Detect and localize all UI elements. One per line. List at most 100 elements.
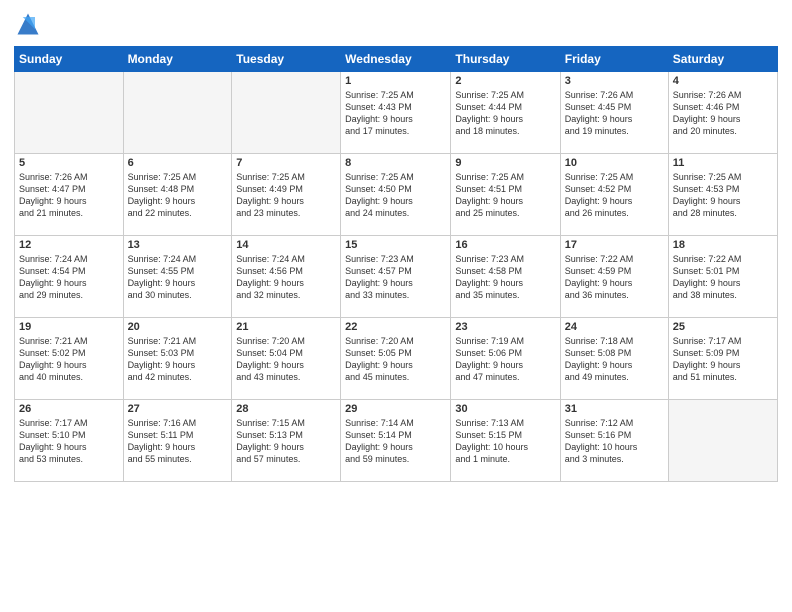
day-number: 24	[565, 321, 664, 333]
day-number: 25	[673, 321, 773, 333]
calendar-cell: 18 Sunrise: 7:22 AM Sunset: 5:01 PM Dayli…	[668, 236, 777, 318]
calendar-week-row: 19 Sunrise: 7:21 AM Sunset: 5:02 PM Dayli…	[15, 318, 778, 400]
calendar-week-row: 1 Sunrise: 7:25 AM Sunset: 4:43 PM Daylig…	[15, 72, 778, 154]
calendar-header-friday: Friday	[560, 47, 668, 72]
calendar-cell: 22 Sunrise: 7:20 AM Sunset: 5:05 PM Dayli…	[341, 318, 451, 400]
calendar-cell: 7 Sunrise: 7:25 AM Sunset: 4:49 PM Daylig…	[232, 154, 341, 236]
day-number: 3	[565, 75, 664, 87]
day-info: Sunrise: 7:25 AM Sunset: 4:43 PM Dayligh…	[345, 89, 446, 138]
day-number: 27	[128, 403, 228, 415]
day-info: Sunrise: 7:24 AM Sunset: 4:55 PM Dayligh…	[128, 253, 228, 302]
calendar-cell: 10 Sunrise: 7:25 AM Sunset: 4:52 PM Dayli…	[560, 154, 668, 236]
day-number: 2	[455, 75, 555, 87]
calendar-cell: 13 Sunrise: 7:24 AM Sunset: 4:55 PM Dayli…	[123, 236, 232, 318]
day-info: Sunrise: 7:14 AM Sunset: 5:14 PM Dayligh…	[345, 417, 446, 466]
day-number: 18	[673, 239, 773, 251]
day-info: Sunrise: 7:20 AM Sunset: 5:05 PM Dayligh…	[345, 335, 446, 384]
calendar-header-row: SundayMondayTuesdayWednesdayThursdayFrid…	[15, 47, 778, 72]
day-info: Sunrise: 7:26 AM Sunset: 4:45 PM Dayligh…	[565, 89, 664, 138]
calendar-cell: 16 Sunrise: 7:23 AM Sunset: 4:58 PM Dayli…	[451, 236, 560, 318]
day-number: 14	[236, 239, 336, 251]
calendar-cell: 31Sunrise: 7:12 AM Sunset: 5:16 PM Dayli…	[560, 400, 668, 482]
day-number: 22	[345, 321, 446, 333]
day-info: Sunrise: 7:22 AM Sunset: 5:01 PM Dayligh…	[673, 253, 773, 302]
calendar-header-tuesday: Tuesday	[232, 47, 341, 72]
day-number: 28	[236, 403, 336, 415]
day-info: Sunrise: 7:23 AM Sunset: 4:57 PM Dayligh…	[345, 253, 446, 302]
day-number: 29	[345, 403, 446, 415]
calendar-cell	[15, 72, 124, 154]
calendar-cell: 21 Sunrise: 7:20 AM Sunset: 5:04 PM Dayli…	[232, 318, 341, 400]
day-info: Sunrise: 7:25 AM Sunset: 4:51 PM Dayligh…	[455, 171, 555, 220]
day-number: 4	[673, 75, 773, 87]
calendar-cell: 19 Sunrise: 7:21 AM Sunset: 5:02 PM Dayli…	[15, 318, 124, 400]
day-info: Sunrise: 7:23 AM Sunset: 4:58 PM Dayligh…	[455, 253, 555, 302]
calendar-cell: 9 Sunrise: 7:25 AM Sunset: 4:51 PM Daylig…	[451, 154, 560, 236]
day-number: 7	[236, 157, 336, 169]
day-number: 19	[19, 321, 119, 333]
calendar-week-row: 26 Sunrise: 7:17 AM Sunset: 5:10 PM Dayli…	[15, 400, 778, 482]
day-number: 8	[345, 157, 446, 169]
calendar-cell: 20Sunrise: 7:21 AM Sunset: 5:03 PM Dayli…	[123, 318, 232, 400]
day-number: 17	[565, 239, 664, 251]
calendar-cell: 23Sunrise: 7:19 AM Sunset: 5:06 PM Dayli…	[451, 318, 560, 400]
day-number: 11	[673, 157, 773, 169]
calendar-cell: 6 Sunrise: 7:25 AM Sunset: 4:48 PM Daylig…	[123, 154, 232, 236]
day-info: Sunrise: 7:21 AM Sunset: 5:02 PM Dayligh…	[19, 335, 119, 384]
calendar-cell: 17 Sunrise: 7:22 AM Sunset: 4:59 PM Dayli…	[560, 236, 668, 318]
calendar-cell	[232, 72, 341, 154]
calendar-cell: 3 Sunrise: 7:26 AM Sunset: 4:45 PM Daylig…	[560, 72, 668, 154]
calendar-cell: 28 Sunrise: 7:15 AM Sunset: 5:13 PM Dayli…	[232, 400, 341, 482]
calendar: SundayMondayTuesdayWednesdayThursdayFrid…	[14, 46, 778, 482]
calendar-cell: 2Sunrise: 7:25 AM Sunset: 4:44 PM Daylig…	[451, 72, 560, 154]
day-number: 15	[345, 239, 446, 251]
day-info: Sunrise: 7:25 AM Sunset: 4:53 PM Dayligh…	[673, 171, 773, 220]
calendar-cell: 24 Sunrise: 7:18 AM Sunset: 5:08 PM Dayli…	[560, 318, 668, 400]
day-number: 16	[455, 239, 555, 251]
day-number: 9	[455, 157, 555, 169]
day-info: Sunrise: 7:12 AM Sunset: 5:16 PM Dayligh…	[565, 417, 664, 466]
day-number: 21	[236, 321, 336, 333]
day-info: Sunrise: 7:17 AM Sunset: 5:10 PM Dayligh…	[19, 417, 119, 466]
day-info: Sunrise: 7:25 AM Sunset: 4:50 PM Dayligh…	[345, 171, 446, 220]
calendar-cell: 29 Sunrise: 7:14 AM Sunset: 5:14 PM Dayli…	[341, 400, 451, 482]
calendar-header-sunday: Sunday	[15, 47, 124, 72]
day-info: Sunrise: 7:18 AM Sunset: 5:08 PM Dayligh…	[565, 335, 664, 384]
page: SundayMondayTuesdayWednesdayThursdayFrid…	[0, 0, 792, 612]
logo-icon	[14, 10, 42, 38]
day-number: 20	[128, 321, 228, 333]
calendar-cell: 25Sunrise: 7:17 AM Sunset: 5:09 PM Dayli…	[668, 318, 777, 400]
calendar-header-monday: Monday	[123, 47, 232, 72]
calendar-cell: 12Sunrise: 7:24 AM Sunset: 4:54 PM Dayli…	[15, 236, 124, 318]
day-info: Sunrise: 7:24 AM Sunset: 4:56 PM Dayligh…	[236, 253, 336, 302]
logo	[14, 10, 46, 38]
calendar-cell	[668, 400, 777, 482]
calendar-header-saturday: Saturday	[668, 47, 777, 72]
day-info: Sunrise: 7:25 AM Sunset: 4:49 PM Dayligh…	[236, 171, 336, 220]
day-number: 30	[455, 403, 555, 415]
calendar-cell: 11 Sunrise: 7:25 AM Sunset: 4:53 PM Dayli…	[668, 154, 777, 236]
day-info: Sunrise: 7:25 AM Sunset: 4:48 PM Dayligh…	[128, 171, 228, 220]
calendar-cell: 14 Sunrise: 7:24 AM Sunset: 4:56 PM Dayli…	[232, 236, 341, 318]
calendar-cell: 5Sunrise: 7:26 AM Sunset: 4:47 PM Daylig…	[15, 154, 124, 236]
day-info: Sunrise: 7:22 AM Sunset: 4:59 PM Dayligh…	[565, 253, 664, 302]
calendar-cell: 26 Sunrise: 7:17 AM Sunset: 5:10 PM Dayli…	[15, 400, 124, 482]
calendar-week-row: 12Sunrise: 7:24 AM Sunset: 4:54 PM Dayli…	[15, 236, 778, 318]
calendar-cell: 27 Sunrise: 7:16 AM Sunset: 5:11 PM Dayli…	[123, 400, 232, 482]
day-number: 13	[128, 239, 228, 251]
day-info: Sunrise: 7:26 AM Sunset: 4:46 PM Dayligh…	[673, 89, 773, 138]
day-info: Sunrise: 7:19 AM Sunset: 5:06 PM Dayligh…	[455, 335, 555, 384]
day-info: Sunrise: 7:16 AM Sunset: 5:11 PM Dayligh…	[128, 417, 228, 466]
header	[14, 10, 778, 38]
day-number: 10	[565, 157, 664, 169]
calendar-week-row: 5Sunrise: 7:26 AM Sunset: 4:47 PM Daylig…	[15, 154, 778, 236]
day-info: Sunrise: 7:26 AM Sunset: 4:47 PM Dayligh…	[19, 171, 119, 220]
day-info: Sunrise: 7:20 AM Sunset: 5:04 PM Dayligh…	[236, 335, 336, 384]
day-info: Sunrise: 7:15 AM Sunset: 5:13 PM Dayligh…	[236, 417, 336, 466]
day-number: 1	[345, 75, 446, 87]
calendar-cell: 4 Sunrise: 7:26 AM Sunset: 4:46 PM Daylig…	[668, 72, 777, 154]
day-number: 26	[19, 403, 119, 415]
calendar-header-thursday: Thursday	[451, 47, 560, 72]
day-number: 6	[128, 157, 228, 169]
day-info: Sunrise: 7:25 AM Sunset: 4:52 PM Dayligh…	[565, 171, 664, 220]
